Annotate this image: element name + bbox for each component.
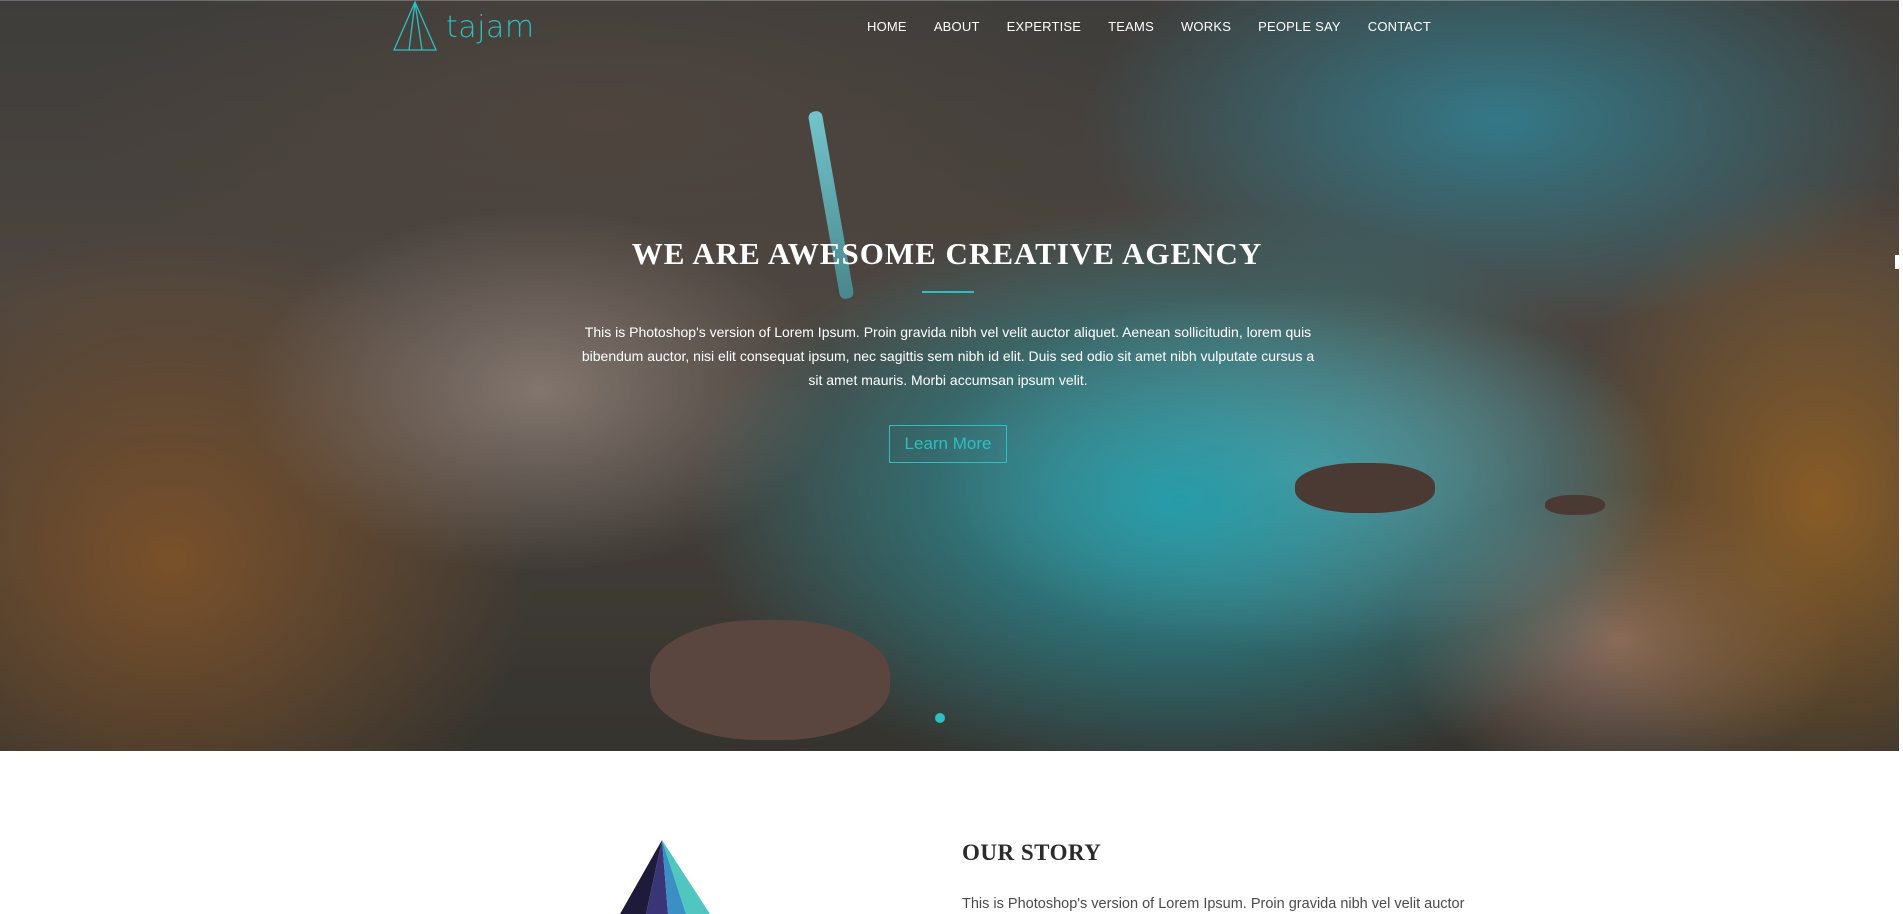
pyramid-icon (620, 840, 710, 914)
brand-name: tajam (446, 9, 535, 45)
nav-home[interactable]: HOME (867, 19, 907, 34)
nav-about[interactable]: ABOUT (934, 19, 980, 34)
hero-title: WE ARE AWESOME CREATIVE AGENCY (631, 236, 1263, 271)
nav-people-say[interactable]: PEOPLE SAY (1258, 19, 1341, 34)
main-nav: HOME ABOUT EXPERTISE TEAMS WORKS PEOPLE … (867, 19, 1431, 34)
slider-dot-active[interactable] (935, 713, 945, 723)
learn-more-button[interactable]: Learn More (889, 425, 1007, 463)
hero-divider (922, 291, 974, 293)
scroll-indicator (1895, 255, 1899, 269)
hero-section: tajam HOME ABOUT EXPERTISE TEAMS WORKS P… (0, 0, 1899, 751)
hero-description: This is Photoshop's version of Lorem Ips… (581, 324, 1315, 388)
story-title: OUR STORY (962, 840, 1102, 865)
pyramid-outline-icon (393, 1, 437, 51)
shore-rocks (650, 620, 890, 740)
brand-logo[interactable]: tajam (392, 1, 535, 53)
nav-contact[interactable]: CONTACT (1368, 19, 1431, 34)
story-text: This is Photoshop's version of Lorem Ips… (962, 896, 1465, 912)
sea-rock (1545, 495, 1605, 515)
nav-expertise[interactable]: EXPERTISE (1007, 19, 1082, 34)
slider-dot[interactable] (953, 713, 963, 723)
nav-teams[interactable]: TEAMS (1108, 19, 1154, 34)
sea-rock (1295, 463, 1435, 513)
top-navbar: tajam HOME ABOUT EXPERTISE TEAMS WORKS P… (0, 0, 1899, 52)
slider-pagination (935, 713, 963, 723)
nav-works[interactable]: WORKS (1181, 19, 1231, 34)
